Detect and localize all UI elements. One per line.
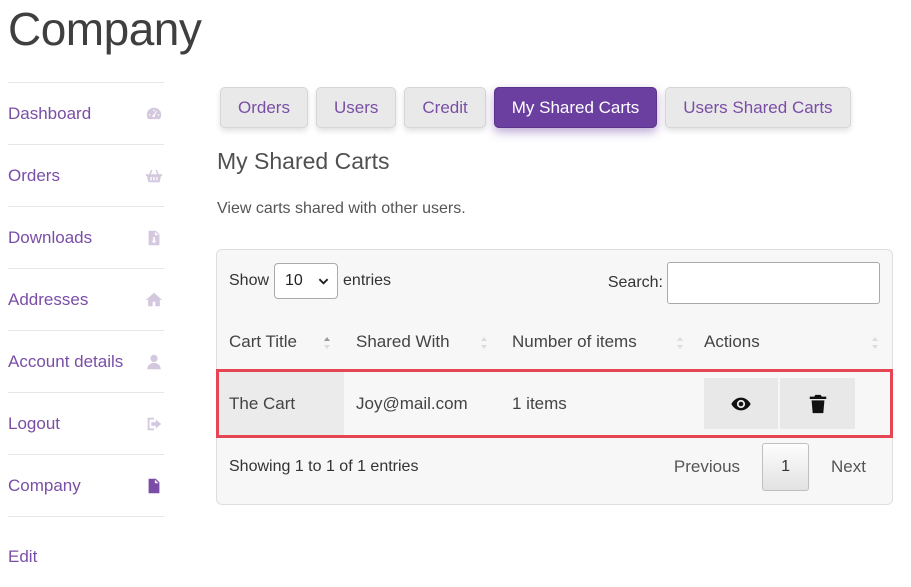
entries-select-value: 10 (285, 272, 303, 289)
sidebar-item-logout[interactable]: Logout (8, 392, 164, 454)
sidebar-item-label: Orders (8, 165, 60, 185)
sidebar-item-label: Addresses (8, 289, 89, 309)
entries-length-control: Show 10 entries (229, 263, 391, 299)
cell-shared-with: Joy@mail.com (356, 393, 468, 413)
section-description: View carts shared with other users. (217, 200, 466, 217)
sign-out-icon (144, 414, 164, 434)
sort-icon (871, 335, 879, 349)
home-icon (144, 290, 164, 310)
sidebar-item-downloads[interactable]: Downloads (8, 206, 164, 268)
sidebar-item-account-details[interactable]: Account details (8, 330, 164, 392)
file-text-icon (144, 476, 164, 496)
tab-users[interactable]: Users (315, 87, 397, 128)
dashboard-icon (144, 104, 164, 124)
sidebar-item-label: Company (8, 475, 81, 495)
length-suffix: entries (343, 272, 392, 289)
sidebar-item-company[interactable]: Company (8, 454, 164, 516)
sidebar-item-label: Dashboard (8, 103, 92, 123)
shared-carts-table-panel: Show 10 entries Search: Cart Title Share… (216, 249, 893, 505)
column-header-actions[interactable]: Actions (704, 332, 760, 352)
eye-icon (731, 397, 751, 410)
sort-icon (480, 335, 488, 349)
user-icon (144, 352, 164, 372)
column-header-number-of-items[interactable]: Number of items (512, 332, 637, 352)
pagination-next[interactable]: Next (817, 443, 880, 491)
sidebar-item-dashboard[interactable]: Dashboard (8, 82, 164, 144)
delete-cart-button[interactable] (780, 378, 855, 429)
column-header-cart-title[interactable]: Cart Title (229, 332, 297, 352)
length-prefix: Show (229, 272, 270, 289)
view-cart-button[interactable] (704, 378, 778, 429)
basket-icon (144, 166, 164, 186)
sidebar-item-addresses[interactable]: Addresses (8, 268, 164, 330)
tab-bar: Orders Users Credit My Shared Carts User… (220, 87, 851, 128)
sort-icon (676, 335, 684, 349)
search-label: Search: (607, 274, 663, 291)
table-info: Showing 1 to 1 of 1 entries (229, 458, 419, 475)
account-sidebar: Dashboard Orders Downloads Addresses Acc… (8, 82, 164, 567)
trash-icon (809, 394, 826, 413)
sort-icon (323, 335, 331, 349)
page-title: Company (8, 3, 202, 55)
pagination-previous[interactable]: Previous (660, 443, 754, 491)
edit-link[interactable]: Edit (8, 547, 164, 567)
sidebar-item-label: Downloads (8, 227, 93, 247)
tab-users-shared-carts[interactable]: Users Shared Carts (665, 87, 851, 128)
pagination-page-1[interactable]: 1 (762, 443, 810, 491)
table-header: Cart Title Shared With Number of items A… (217, 322, 892, 362)
sidebar-divider (8, 516, 164, 517)
file-download-icon (144, 228, 164, 248)
column-header-shared-with[interactable]: Shared With (356, 332, 450, 352)
search-control: Search: (608, 262, 880, 304)
tab-credit[interactable]: Credit (404, 87, 486, 128)
cell-number-of-items: 1 items (512, 393, 567, 413)
chevron-down-icon (318, 278, 329, 285)
tab-orders[interactable]: Orders (220, 87, 308, 128)
pagination: Previous 1 Next (660, 443, 880, 491)
search-input[interactable] (667, 262, 880, 304)
sidebar-item-label: Logout (8, 413, 60, 433)
table-row: The Cart Joy@mail.com 1 items (219, 372, 890, 435)
entries-select[interactable]: 10 (274, 263, 339, 299)
sidebar-item-orders[interactable]: Orders (8, 144, 164, 206)
sidebar-item-label: Account details (8, 351, 124, 371)
section-title: My Shared Carts (217, 148, 390, 174)
tab-my-shared-carts[interactable]: My Shared Carts (493, 87, 658, 128)
cell-cart-title: The Cart (219, 372, 344, 435)
